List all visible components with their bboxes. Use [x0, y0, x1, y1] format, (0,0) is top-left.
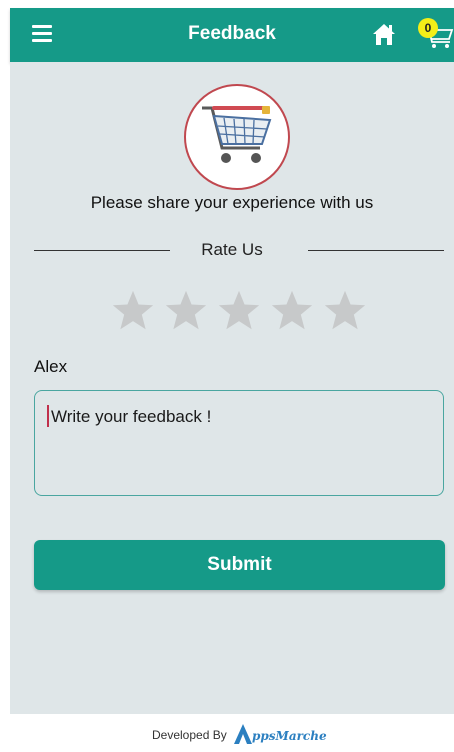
- cart-button[interactable]: 0: [418, 16, 454, 52]
- home-icon[interactable]: [370, 20, 398, 48]
- text-cursor: [47, 405, 49, 427]
- star-icon[interactable]: [163, 288, 209, 334]
- app-bar: Feedback 0: [10, 8, 454, 62]
- cart-count-badge: 0: [418, 18, 438, 38]
- brand-name[interactable]: ppsMarche: [252, 729, 327, 743]
- developed-by-text: Developed By: [152, 728, 227, 742]
- star-icon[interactable]: [269, 288, 315, 334]
- share-experience-text: Please share your experience with us: [90, 193, 374, 212]
- star-rating: [110, 288, 368, 338]
- star-icon[interactable]: [216, 288, 262, 334]
- app-screen: Feedback 0 Please share your experience …: [10, 8, 454, 752]
- feedback-input[interactable]: Write your feedback !: [34, 390, 444, 496]
- appsmarche-logo[interactable]: [232, 722, 254, 746]
- rate-divider-right: [308, 250, 444, 251]
- star-icon[interactable]: [110, 288, 156, 334]
- footer: Developed By ppsMarche: [10, 714, 454, 752]
- shopping-cart-logo: [184, 84, 290, 190]
- star-icon[interactable]: [322, 288, 368, 334]
- user-name-label: Alex: [34, 357, 68, 376]
- submit-button[interactable]: Submit: [34, 540, 445, 590]
- feedback-placeholder: Write your feedback !: [51, 407, 212, 426]
- feedback-content: Please share your experience with us Rat…: [10, 62, 454, 714]
